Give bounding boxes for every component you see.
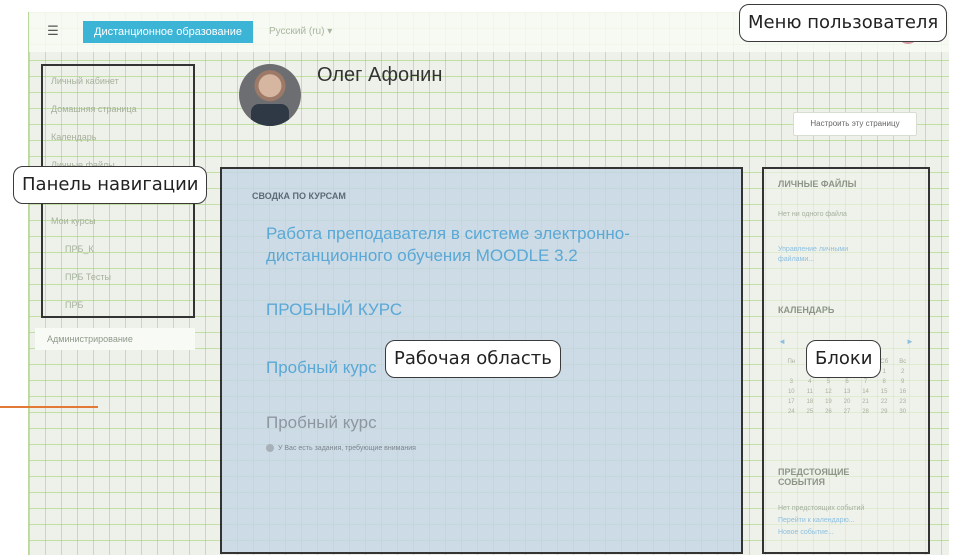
- annotation-line: [0, 406, 98, 408]
- callout-navigation-panel: Панель навигации: [13, 166, 208, 204]
- hamburger-icon[interactable]: ☰: [43, 22, 63, 42]
- calendar-day[interactable]: 10: [782, 389, 801, 395]
- manage-private-files-link[interactable]: Управление личными файлами...: [778, 245, 858, 265]
- callout-blocks: Блоки: [806, 340, 882, 378]
- calendar-day[interactable]: 15: [875, 389, 894, 395]
- go-to-calendar-link[interactable]: Перейти к календарю...: [778, 517, 855, 524]
- calendar-day[interactable]: 7: [856, 379, 875, 385]
- profile-photo-shirt: [251, 104, 289, 126]
- calendar-day[interactable]: 11: [801, 389, 820, 395]
- calendar-day[interactable]: 12: [819, 389, 838, 395]
- calendar-weekday: Пн: [787, 359, 796, 365]
- calendar-day[interactable]: 9: [893, 379, 912, 385]
- nav-item-course-prb-k[interactable]: ПРБ_К: [65, 244, 94, 254]
- nav-item-home[interactable]: Домашняя страница: [51, 104, 137, 114]
- callout-work-area: Рабочая область: [385, 340, 561, 378]
- nav-item-course-prb-tests[interactable]: ПРБ Тесты: [65, 272, 111, 282]
- attention-notice: У Вас есть задания, требующие внимания: [266, 444, 416, 452]
- calendar-day[interactable]: 8: [875, 379, 894, 385]
- nav-item-my-courses[interactable]: Мои курсы: [51, 216, 96, 226]
- private-files-empty-text: Нет ни одного файла: [778, 211, 847, 218]
- course-probny-kurs-hidden[interactable]: Пробный курс: [266, 412, 377, 434]
- calendar-next-icon[interactable]: ►: [906, 337, 914, 346]
- calendar-day[interactable]: 18: [801, 399, 820, 405]
- calendar-day[interactable]: 24: [782, 409, 801, 415]
- calendar-day[interactable]: 28: [856, 409, 875, 415]
- calendar-day[interactable]: 14: [856, 389, 875, 395]
- calendar-day[interactable]: 20: [838, 399, 857, 405]
- calendar-day[interactable]: 30: [893, 409, 912, 415]
- calendar-day: [782, 369, 801, 375]
- calendar-day[interactable]: 27: [838, 409, 857, 415]
- calendar-weekday: Вс: [899, 359, 907, 365]
- calendar-block-title: КАЛЕНДАРЬ: [778, 305, 835, 315]
- calendar-day[interactable]: 6: [838, 379, 857, 385]
- calendar-day[interactable]: 13: [838, 389, 857, 395]
- user-full-name: Олег Афонин: [317, 64, 443, 86]
- upcoming-events-block-title: ПРЕДСТОЯЩИЕ СОБЫТИЯ: [778, 467, 850, 487]
- private-files-block-title: ЛИЧНЫЕ ФАЙЛЫ: [778, 179, 857, 189]
- nav-item-calendar[interactable]: Календарь: [51, 132, 96, 142]
- calendar-day[interactable]: 16: [893, 389, 912, 395]
- course-overview-heading: СВОДКА ПО КУРСАМ: [252, 191, 346, 201]
- new-event-link[interactable]: Новое событие...: [778, 529, 834, 536]
- site-name-button[interactable]: Дистанционное образование: [83, 21, 253, 43]
- moodle-dashboard-page: ☰ Дистанционное образование Русский (ru)…: [28, 12, 949, 555]
- calendar-day[interactable]: 25: [801, 409, 820, 415]
- attention-notice-text: У Вас есть задания, требующие внимания: [278, 444, 416, 452]
- calendar-day[interactable]: 5: [819, 379, 838, 385]
- upcoming-events-empty-text: Нет предстоящих событий: [778, 505, 865, 512]
- nav-item-administration[interactable]: Администрирование: [35, 328, 195, 350]
- course-link-probny-kurs-upper[interactable]: ПРОБНЫЙ КУРС: [266, 299, 402, 321]
- calendar-day[interactable]: 2: [893, 369, 912, 375]
- callout-user-menu: Меню пользователя: [739, 4, 948, 42]
- customize-page-button[interactable]: Настроить эту страницу: [793, 112, 917, 136]
- nav-item-dashboard[interactable]: Личный кабинет: [51, 76, 119, 86]
- calendar-day[interactable]: 29: [875, 409, 894, 415]
- info-icon: [266, 444, 274, 452]
- calendar-day[interactable]: 17: [782, 399, 801, 405]
- course-link-probny-kurs[interactable]: Пробный курс: [266, 357, 377, 379]
- calendar-day[interactable]: 26: [819, 409, 838, 415]
- profile-photo: [239, 64, 301, 126]
- calendar-prev-icon[interactable]: ◄: [778, 337, 786, 346]
- calendar-day[interactable]: 4: [801, 379, 820, 385]
- calendar-day[interactable]: 19: [819, 399, 838, 405]
- calendar-day[interactable]: 21: [856, 399, 875, 405]
- nav-item-course-prb[interactable]: ПРБ: [65, 300, 83, 310]
- course-link-moodle-teacher[interactable]: Работа преподавателя в системе электронн…: [266, 223, 686, 267]
- calendar-day[interactable]: 22: [875, 399, 894, 405]
- calendar-day[interactable]: 3: [782, 379, 801, 385]
- language-menu[interactable]: Русский (ru) ▾: [269, 22, 332, 42]
- calendar-day[interactable]: 23: [893, 399, 912, 405]
